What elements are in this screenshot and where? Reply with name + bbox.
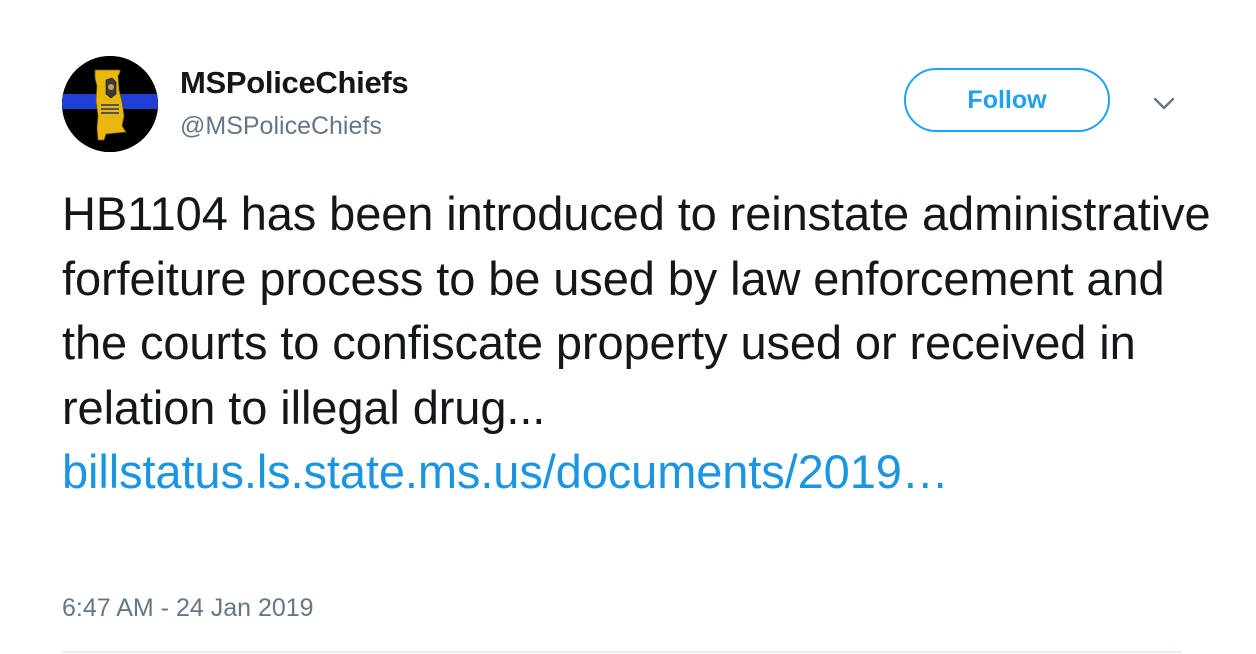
more-options-button[interactable] xyxy=(1150,92,1178,116)
tweet-timestamp[interactable]: 6:47 AM - 24 Jan 2019 xyxy=(62,592,314,624)
tweet-text: HB1104 has been introduced to reinstate … xyxy=(62,187,1211,434)
author-handle[interactable]: @MSPoliceChiefs xyxy=(180,110,382,142)
avatar[interactable] xyxy=(62,56,158,152)
chevron-down-icon xyxy=(1153,97,1175,110)
tweet-body: HB1104 has been introduced to reinstate … xyxy=(62,182,1212,505)
divider xyxy=(62,651,1182,653)
author-display-name[interactable]: MSPoliceChiefs xyxy=(180,64,409,102)
mississippi-badge-logo-icon xyxy=(62,56,158,152)
follow-button[interactable]: Follow xyxy=(904,68,1110,132)
tweet-link[interactable]: billstatus.ls.state.ms.us/documents/2019… xyxy=(62,440,1212,505)
